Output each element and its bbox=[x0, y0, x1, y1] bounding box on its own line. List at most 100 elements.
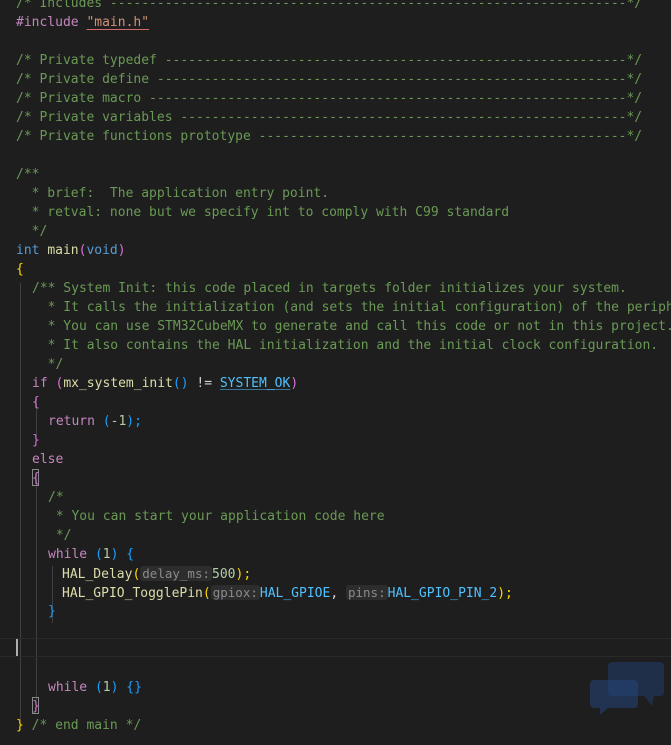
bracket: } bbox=[32, 699, 40, 714]
code-line: /* Private variables -------------------… bbox=[16, 108, 671, 127]
bracket: ); bbox=[235, 567, 252, 582]
comment: /* Private typedef ---------------------… bbox=[16, 53, 643, 68]
include-path[interactable]: "main.h" bbox=[86, 15, 149, 30]
bracket: ( bbox=[94, 414, 111, 429]
code-line: /* Includes ----------------------------… bbox=[16, 0, 671, 13]
parameter-hint: pins: bbox=[345, 585, 388, 600]
code-line: /* bbox=[48, 488, 671, 507]
code-line: HAL_GPIO_TogglePin(gpiox: HAL_GPIOE, pins… bbox=[62, 583, 671, 602]
constant[interactable]: HAL_GPIOE bbox=[260, 586, 330, 601]
bracket: } bbox=[16, 718, 24, 733]
bracket: ( bbox=[47, 376, 64, 391]
number-literal: 1 bbox=[102, 680, 111, 695]
code-line: } bbox=[48, 602, 671, 621]
comment: * retval: none but we specify int to com… bbox=[16, 205, 510, 220]
code-line: * retval: none but we specify int to com… bbox=[16, 203, 671, 222]
constant[interactable]: HAL_GPIO_PIN_2 bbox=[388, 586, 498, 601]
bracket: ); bbox=[126, 414, 142, 429]
comment: /* Private macro -----------------------… bbox=[16, 91, 643, 106]
code-line: * You can use STM32CubeMX to generate an… bbox=[32, 317, 671, 336]
comment: */ bbox=[32, 357, 64, 372]
control-keyword: while bbox=[48, 680, 88, 695]
number-literal: 1 bbox=[102, 547, 111, 562]
code-line: HAL_Delay(delay_ms: 500); bbox=[62, 564, 671, 583]
bracket: ) bbox=[290, 376, 299, 391]
type-keyword: void bbox=[86, 243, 118, 258]
indent-guide bbox=[36, 474, 37, 700]
function-call[interactable]: HAL_GPIO_TogglePin bbox=[62, 586, 203, 601]
code-editor[interactable]: /* Includes ----------------------------… bbox=[0, 0, 671, 745]
comment: /** System Init: this code placed in tar… bbox=[32, 281, 627, 296]
control-keyword: if bbox=[32, 376, 48, 391]
code-line: */ bbox=[16, 222, 671, 241]
type-keyword: int bbox=[16, 243, 40, 258]
code-line: #include "main.h" bbox=[16, 13, 671, 32]
comment: /** bbox=[16, 167, 40, 182]
comment: /* Private variables -------------------… bbox=[16, 110, 643, 125]
operator: != bbox=[188, 376, 220, 391]
parameter-hint: delay_ms: bbox=[140, 566, 213, 581]
code-line: /** System Init: this code placed in tar… bbox=[32, 279, 671, 298]
code-line: * It calls the initialization (and sets … bbox=[32, 298, 671, 317]
comment: * It also contains the HAL initializatio… bbox=[32, 338, 659, 353]
comment: */ bbox=[48, 528, 72, 543]
bracket: ) bbox=[117, 243, 126, 258]
code-line: } /* end main */ bbox=[16, 716, 671, 735]
control-keyword: else bbox=[32, 452, 64, 467]
current-line-highlight bbox=[0, 638, 671, 657]
parameter-hint: gpiox: bbox=[210, 585, 260, 600]
function-call[interactable]: HAL_Delay bbox=[62, 567, 132, 582]
control-keyword: return bbox=[48, 414, 95, 429]
chat-bubbles-icon[interactable] bbox=[590, 660, 665, 715]
bracket: } bbox=[48, 604, 56, 619]
code-line: /* Private typedef ---------------------… bbox=[16, 51, 671, 70]
code-line: /* Private define ----------------------… bbox=[16, 70, 671, 89]
bracket: { bbox=[32, 471, 40, 486]
code-line: * brief: The application entry point. bbox=[16, 184, 671, 203]
comment: * brief: The application entry point. bbox=[16, 186, 330, 201]
code-line: } bbox=[32, 697, 671, 716]
code-line: /** bbox=[16, 165, 671, 184]
comment: * It calls the initialization (and sets … bbox=[32, 300, 671, 315]
code-line: if (mx_system_init() != SYSTEM_OK) bbox=[32, 374, 671, 393]
code-line: */ bbox=[32, 355, 671, 374]
function-name[interactable]: main bbox=[47, 243, 78, 258]
function-call[interactable]: mx_system_init bbox=[63, 376, 173, 391]
constant[interactable]: SYSTEM_OK bbox=[220, 376, 290, 391]
control-keyword: while bbox=[48, 547, 88, 562]
bracket: { bbox=[118, 547, 135, 562]
comma: , bbox=[330, 586, 346, 601]
comment: * You can use STM32CubeMX to generate an… bbox=[32, 319, 671, 334]
bracket: {} bbox=[118, 680, 142, 695]
code-line: } bbox=[32, 431, 671, 450]
preprocessor-directive: #include bbox=[16, 15, 87, 30]
code-line: * You can start your application code he… bbox=[48, 507, 671, 526]
code-line: { bbox=[16, 260, 671, 279]
bracket: { bbox=[16, 262, 24, 277]
comment: /* Private functions prototype ---------… bbox=[16, 129, 643, 144]
code-line: /* Private functions prototype ---------… bbox=[16, 127, 671, 146]
comment: /* Includes ----------------------------… bbox=[16, 0, 643, 11]
bracket: ( bbox=[87, 547, 103, 562]
code-line: int main(void) bbox=[16, 241, 671, 260]
text-cursor bbox=[16, 639, 18, 656]
bracket: } bbox=[32, 433, 40, 448]
comment: /* Private define ----------------------… bbox=[16, 72, 643, 87]
comment: /* end main */ bbox=[23, 718, 142, 733]
code-line: else bbox=[32, 450, 671, 469]
comment: /* bbox=[48, 490, 64, 505]
number-literal: 500 bbox=[212, 567, 236, 582]
code-line: { bbox=[32, 469, 671, 488]
bracket: () bbox=[172, 376, 189, 391]
code-line: */ bbox=[48, 526, 671, 545]
code-line: /* Private macro -----------------------… bbox=[16, 89, 671, 108]
comment: * You can start your application code he… bbox=[48, 509, 385, 524]
code-line: { bbox=[32, 393, 671, 412]
code-line: * It also contains the HAL initializatio… bbox=[32, 336, 671, 355]
code-line: return (-1); bbox=[48, 412, 671, 431]
bracket: ( bbox=[87, 680, 103, 695]
code-line: while (1) {} bbox=[48, 678, 671, 697]
code-line: while (1) { bbox=[48, 545, 671, 564]
bracket: { bbox=[32, 395, 40, 410]
bracket: ( bbox=[202, 586, 211, 601]
